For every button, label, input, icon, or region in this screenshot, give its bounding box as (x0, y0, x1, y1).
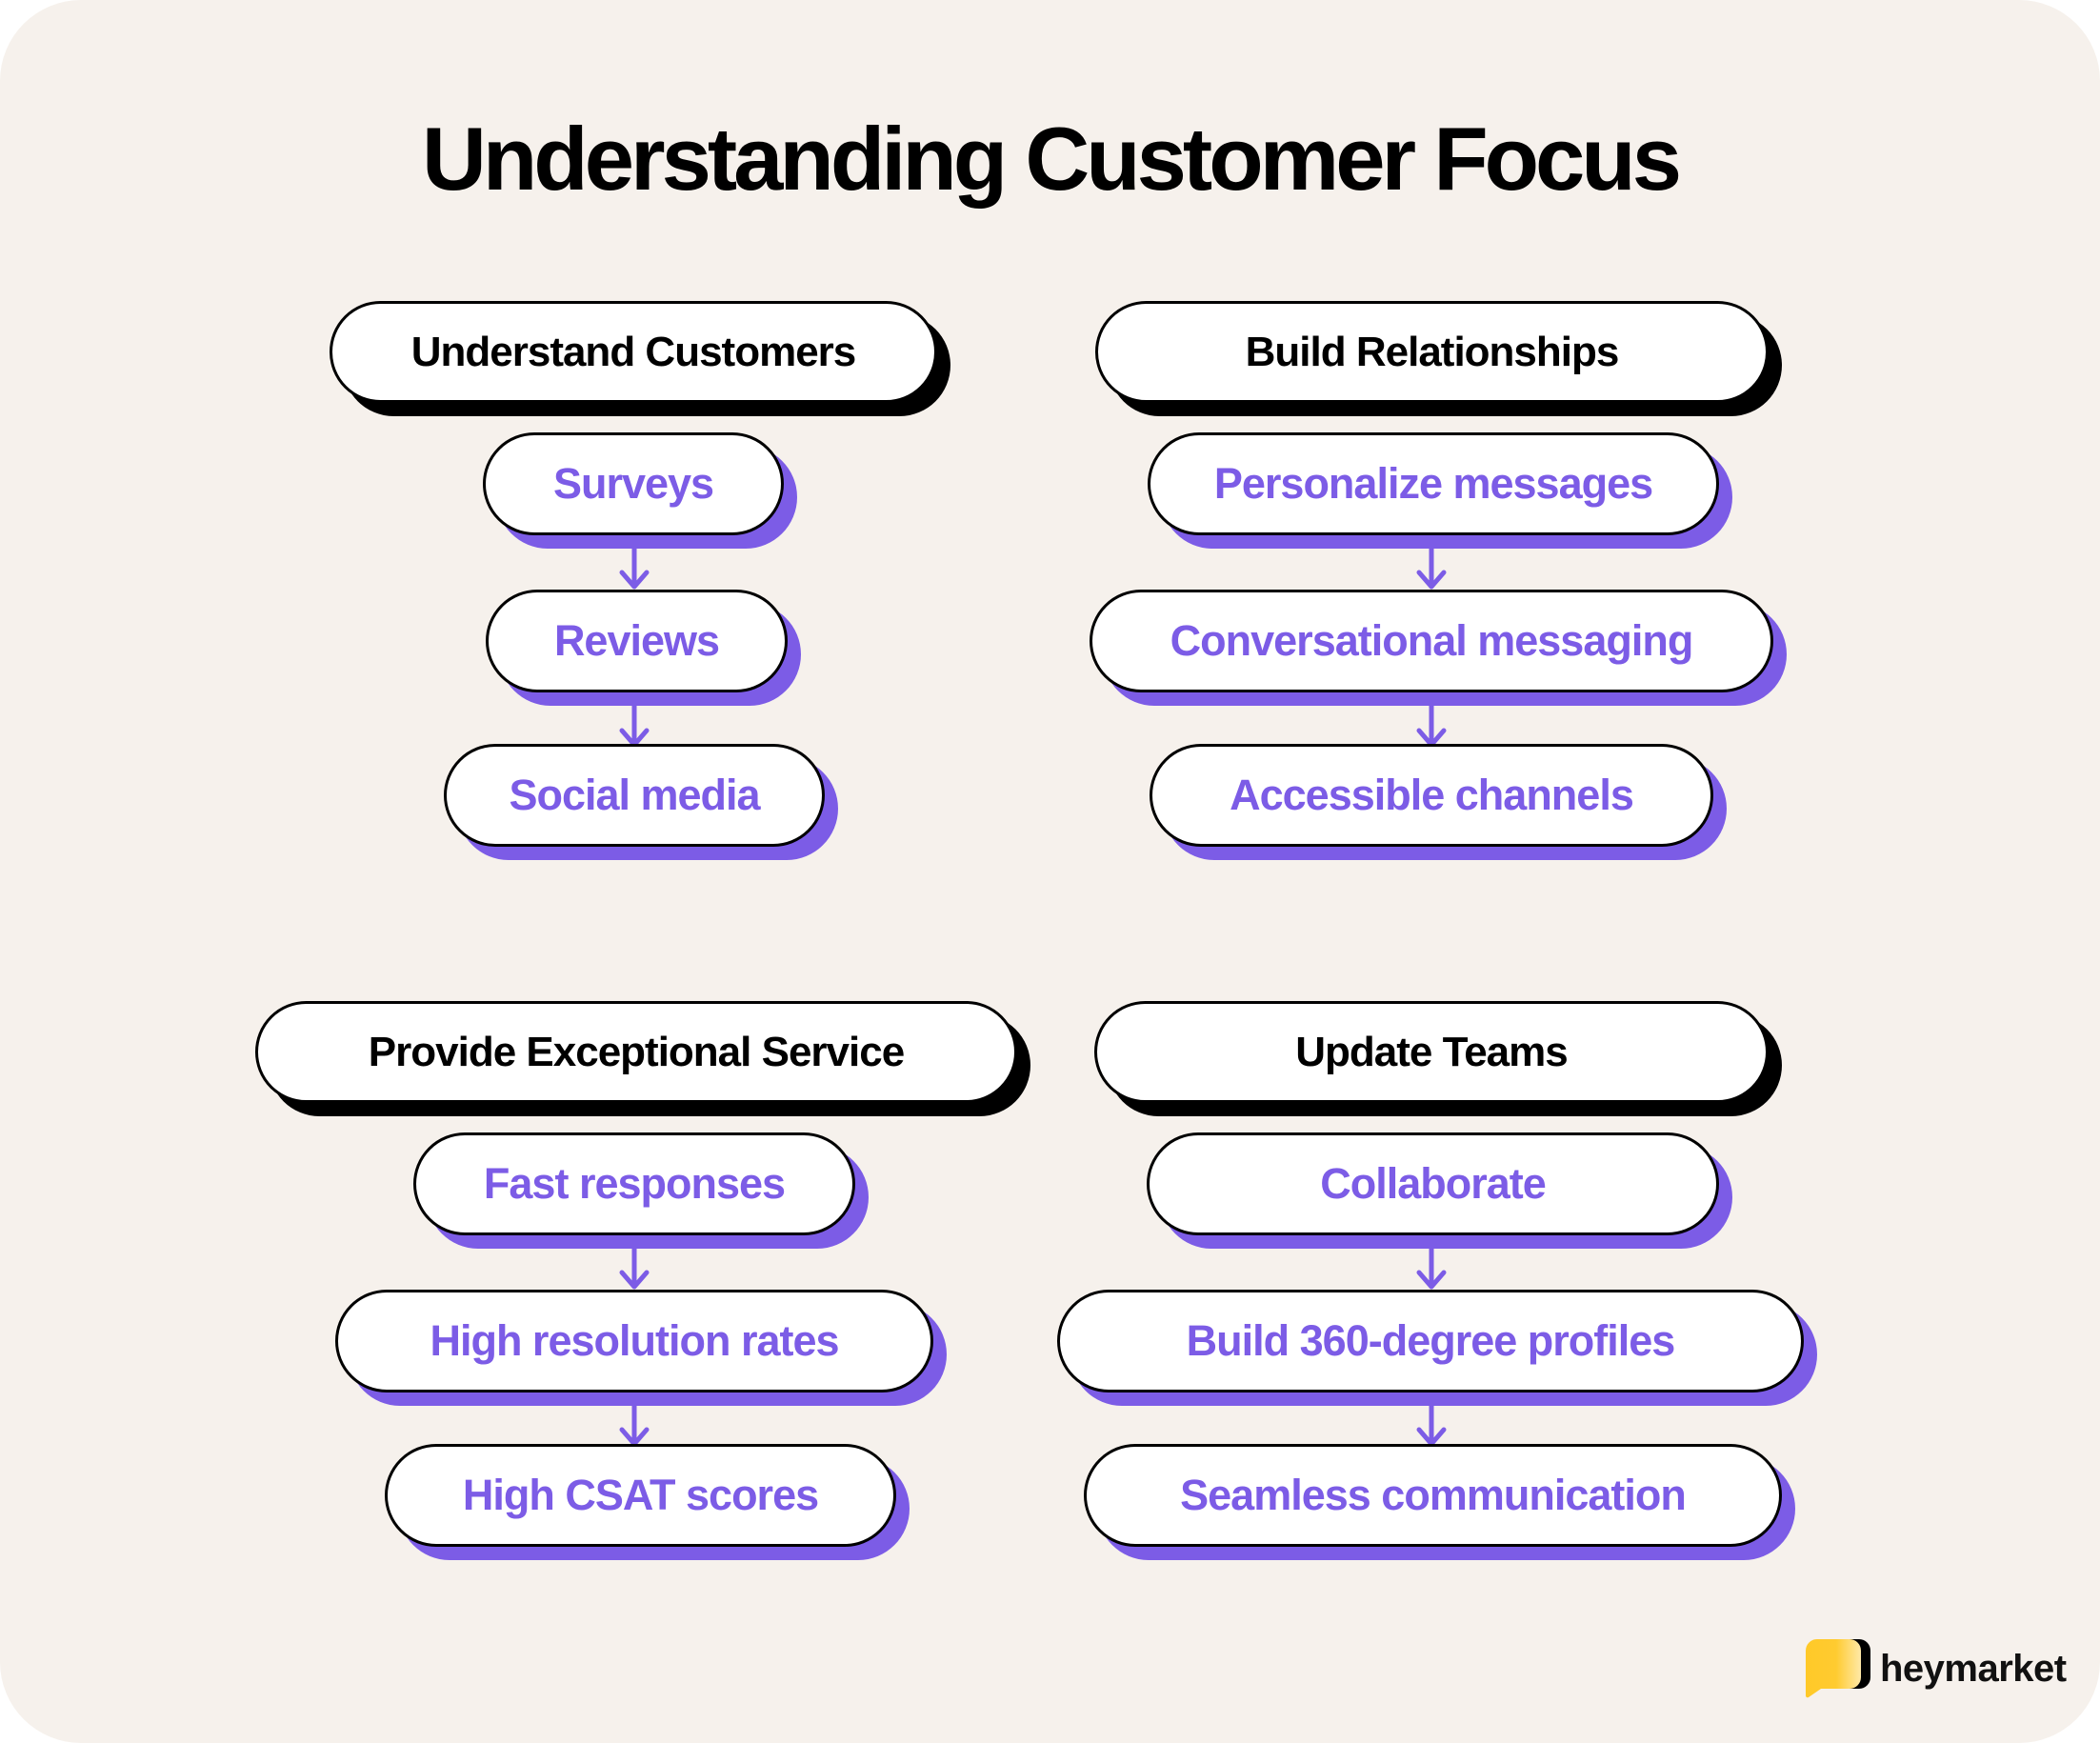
group-heading: Provide Exceptional Service (255, 1001, 1017, 1103)
step-pill: Seamless communication (1084, 1444, 1782, 1547)
step-pill: Collaborate (1147, 1132, 1719, 1235)
arrow-down-icon (1412, 1405, 1450, 1447)
arrow-down-icon (615, 706, 653, 748)
arrow-down-icon (615, 1405, 653, 1447)
brand-name: heymarket (1880, 1647, 2067, 1690)
step-pill: Personalize messages (1148, 432, 1719, 535)
step-pill: Accessible channels (1150, 744, 1713, 847)
group-heading: Build Relationships (1095, 301, 1769, 403)
arrow-down-icon (1412, 548, 1450, 590)
page-title: Understanding Customer Focus (421, 109, 1682, 209)
group-heading: Update Teams (1094, 1001, 1769, 1103)
step-pill: Build 360-degree profiles (1057, 1290, 1804, 1392)
arrow-down-icon (1412, 1248, 1450, 1290)
step-pill: Social media (444, 744, 825, 847)
brand-logo: heymarket (1805, 1638, 2067, 1699)
group-heading: Understand Customers (330, 301, 937, 403)
infographic-card (0, 0, 2100, 1743)
chat-bubble-logo-icon (1805, 1638, 1872, 1699)
step-pill: High resolution rates (335, 1290, 933, 1392)
step-pill: Surveys (483, 432, 784, 535)
step-pill: Reviews (486, 590, 788, 692)
arrow-down-icon (1412, 706, 1450, 748)
step-pill: High CSAT scores (385, 1444, 896, 1547)
step-pill: Fast responses (413, 1132, 855, 1235)
arrow-down-icon (615, 548, 653, 590)
step-pill: Conversational messaging (1090, 590, 1773, 692)
arrow-down-icon (615, 1248, 653, 1290)
